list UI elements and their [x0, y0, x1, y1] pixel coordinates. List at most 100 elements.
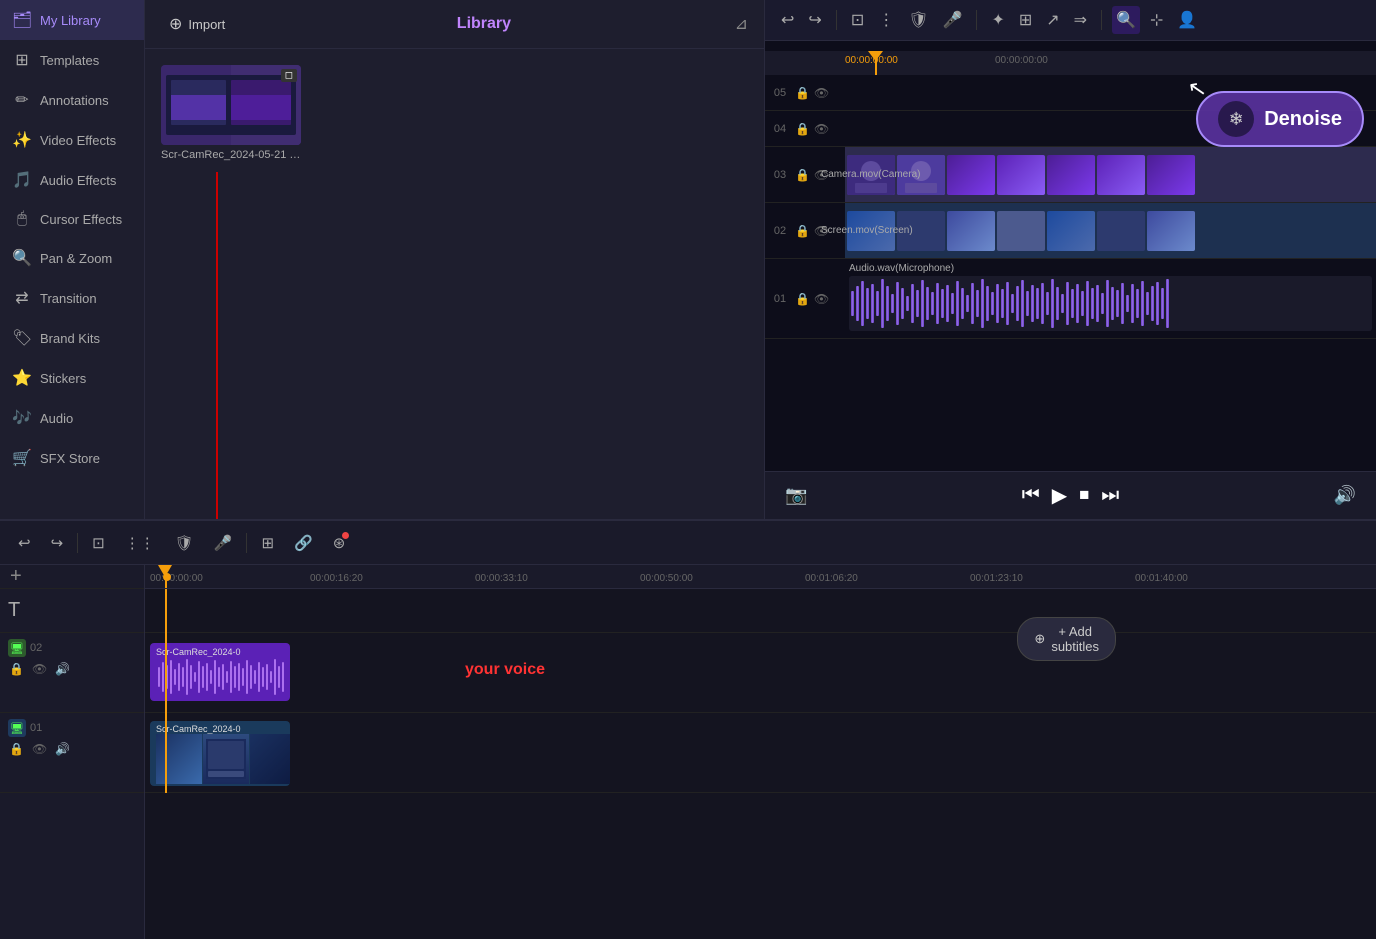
track-eye-05[interactable]: 👁: [814, 86, 829, 100]
shield-button[interactable]: 🛡: [904, 6, 932, 34]
sidebar-item-pan-zoom[interactable]: 🔍 Pan & Zoom: [0, 238, 144, 278]
screen-clip-label: Scr-CamRec_2024-0: [150, 721, 290, 786]
timeline-record-button[interactable]: ⊛: [327, 530, 352, 556]
sidebar-item-audio[interactable]: 🎶 Audio: [0, 398, 144, 438]
track-01-eye[interactable]: 👁: [31, 741, 48, 757]
screen-clip-01[interactable]: Scr-CamRec_2024-0: [150, 721, 290, 786]
ruler-label-3: 00:00:50:00: [640, 573, 693, 584]
zoom-button[interactable]: 🔍: [1112, 6, 1140, 34]
add-track-button[interactable]: +: [6, 565, 26, 592]
your-voice-annotation: your voice: [465, 661, 545, 679]
timeline-track-02-row: Scr-CamRec_2024-0: [145, 633, 1376, 713]
track-lock-01[interactable]: 🔒: [795, 292, 810, 306]
track-02-lock[interactable]: 🔒: [8, 661, 25, 677]
screenshot-button[interactable]: 📷: [785, 485, 807, 505]
arrow-button[interactable]: ⇒: [1070, 6, 1091, 34]
sidebar-label-annotations: Annotations: [40, 93, 109, 108]
audio-clip-02[interactable]: Scr-CamRec_2024-0: [150, 643, 290, 701]
ruler-mark-4: 00:01:06:20: [805, 569, 858, 584]
sidebar-item-my-library[interactable]: 🗂 My Library: [0, 0, 144, 40]
timeline-toolbar: ↩ ↪ ⊡ ⋮⋮ 🛡 🎤 ⊞ 🔗 ⊛: [0, 521, 1376, 565]
stop-button[interactable]: ⏹: [1079, 484, 1089, 507]
track-eye-04[interactable]: 👁: [814, 122, 829, 136]
track-02-audio[interactable]: 🔊: [54, 661, 71, 677]
track-02-eye[interactable]: 👁: [31, 661, 48, 677]
track-01-lock[interactable]: 🔒: [8, 741, 25, 757]
filter-icon[interactable]: ⊿: [735, 14, 748, 34]
timeline-redo-button[interactable]: ↪: [45, 530, 70, 556]
library-header: ⊕ Import Library ⊿: [145, 0, 764, 49]
timeline-crop-button[interactable]: ⊡: [86, 530, 111, 556]
timeline-sep-2: [246, 533, 247, 553]
preview-track-01: 01 🔒 👁 Audio.wav(Microphone): [765, 259, 1376, 339]
timeline-mic-button[interactable]: 🎤: [208, 530, 239, 556]
ruler-label-5: 00:01:23:10: [970, 573, 1023, 584]
pan-zoom-icon: 🔍: [12, 248, 32, 268]
sidebar-item-video-effects[interactable]: ✨ Video Effects: [0, 120, 144, 160]
timeline-body: + T 🖥 02 🔒 👁 🔊: [0, 565, 1376, 939]
waveform-svg: [849, 276, 1372, 331]
track-lock-02[interactable]: 🔒: [795, 224, 810, 238]
timeline-link-button[interactable]: 🔗: [288, 530, 319, 556]
timeline-group-button[interactable]: ⊞: [255, 530, 280, 556]
sidebar-item-transition[interactable]: ⇄ Transition: [0, 278, 144, 318]
timeline-split-button[interactable]: ⋮⋮: [119, 530, 161, 556]
mic-button[interactable]: 🎤: [939, 6, 967, 34]
timeline-track-01-row: Scr-CamRec_2024-0: [145, 713, 1376, 793]
camera-frame-5: [1047, 155, 1095, 195]
redo-button[interactable]: ↪: [804, 6, 825, 34]
sidebar-item-stickers[interactable]: ⭐ Stickers: [0, 358, 144, 398]
person-button[interactable]: 👤: [1173, 6, 1201, 34]
track-num-04: 04: [765, 123, 795, 135]
scr-frame-1: [156, 734, 202, 784]
import-button[interactable]: ⊕ Import: [161, 10, 233, 38]
ruler-mark-2: 00:00:33:10: [475, 569, 528, 584]
denoise-badge[interactable]: ❄ Denoise: [1196, 91, 1364, 147]
cursor-arrow-icon: ↖: [1185, 75, 1208, 104]
screenshot-btn-area: 📷: [785, 485, 807, 506]
ruler-label-2: 00:00:33:10: [475, 573, 528, 584]
timeline-shield-button[interactable]: 🛡: [169, 530, 200, 556]
split-button[interactable]: ⋮: [874, 6, 898, 34]
clip-waveform-svg: [156, 657, 286, 697]
grid-button[interactable]: ⊞: [1015, 6, 1036, 34]
sidebar-item-audio-effects[interactable]: 🎵 Audio Effects: [0, 160, 144, 200]
effects-button[interactable]: ✦: [987, 6, 1008, 34]
track-lock-04[interactable]: 🔒: [795, 122, 810, 136]
prev-frame-button[interactable]: ⏮: [1022, 484, 1040, 507]
sidebar-item-brand-kits[interactable]: 🏷 Brand Kits: [0, 318, 144, 358]
sfx-store-icon: 🛒: [12, 448, 32, 468]
track-controls-01: 🔒 👁: [795, 292, 845, 306]
transform-button[interactable]: ⊹: [1146, 6, 1167, 34]
camera-frame-6: [1097, 155, 1145, 195]
volume-button[interactable]: 🔊: [1334, 485, 1356, 505]
audio-waveform-preview: [849, 276, 1372, 331]
timeline-undo-button[interactable]: ↩: [12, 530, 37, 556]
scr-frame-2-svg: [206, 739, 246, 779]
import-plus-icon: ⊕: [169, 14, 182, 34]
library-icon: 🗂: [12, 10, 32, 30]
track-01-audio[interactable]: 🔊: [54, 741, 71, 757]
crop-button[interactable]: ⊡: [847, 6, 868, 34]
sidebar-label-audio: Audio: [40, 411, 73, 426]
undo-button[interactable]: ↩: [777, 6, 798, 34]
denoise-label: Denoise: [1264, 108, 1342, 131]
library-panel: ⊕ Import Library ⊿: [145, 0, 765, 519]
track-lock-05[interactable]: 🔒: [795, 86, 810, 100]
ruler-label-1: 00:00:16:20: [310, 573, 363, 584]
next-frame-button[interactable]: ⏭: [1101, 484, 1119, 507]
export-button[interactable]: ↗: [1042, 6, 1063, 34]
sidebar-item-annotations[interactable]: ✏ Annotations: [0, 80, 144, 120]
yellow-marker: [163, 573, 171, 581]
preview-timecode: 00:00:00:00: [845, 55, 898, 66]
sidebar-item-cursor-effects[interactable]: 🖱 Cursor Effects: [0, 200, 144, 238]
track-lock-03[interactable]: 🔒: [795, 168, 810, 182]
camera-track-label: Camera.mov(Camera): [845, 167, 926, 182]
track-num-01: 01: [765, 293, 795, 305]
play-button[interactable]: ▶: [1052, 483, 1067, 508]
sidebar-label-templates: Templates: [40, 53, 99, 68]
media-item-0[interactable]: ◻ Scr-CamRec_2024-05-21 09-28...: [161, 65, 301, 161]
sidebar-item-sfx-store[interactable]: 🛒 SFX Store: [0, 438, 144, 478]
sidebar-item-templates[interactable]: ⊞ Templates: [0, 40, 144, 80]
track-eye-01[interactable]: 👁: [814, 292, 829, 306]
